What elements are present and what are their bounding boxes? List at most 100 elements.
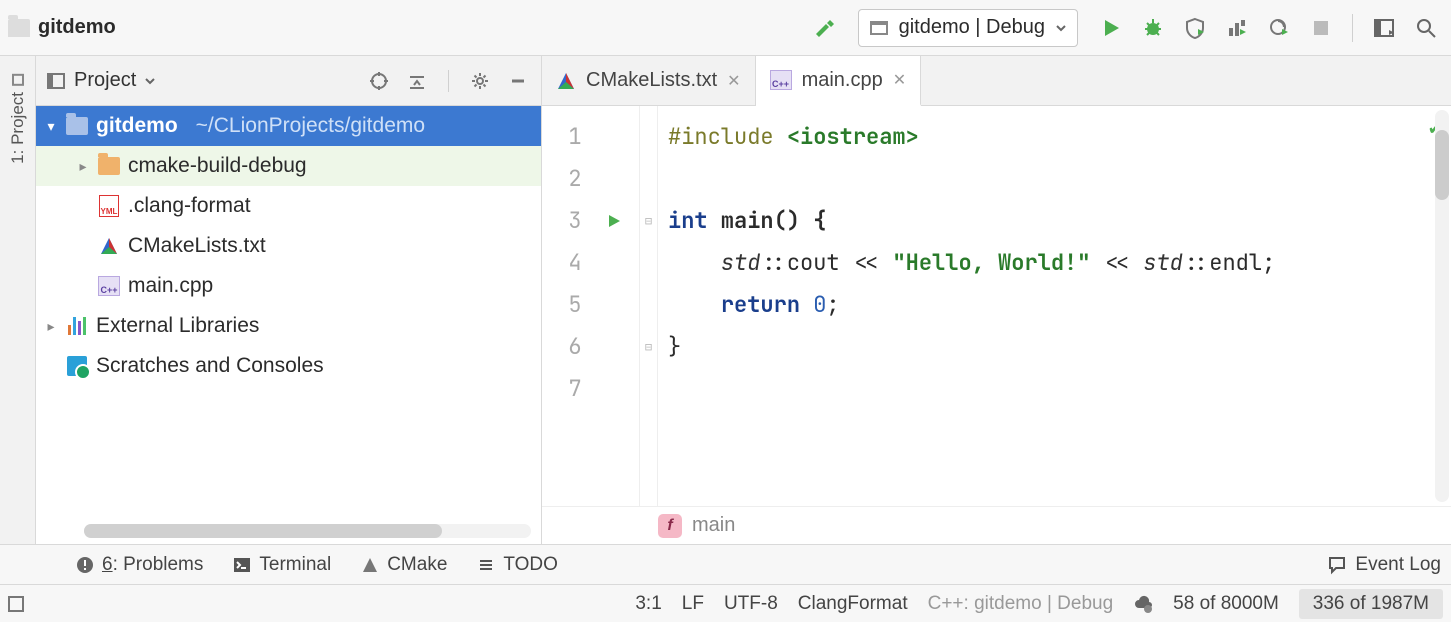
todo-label: TODO: [503, 554, 558, 576]
project-tab-label: 1: Project: [8, 92, 28, 164]
project-panel: Project ▾: [36, 56, 542, 544]
file-encoding[interactable]: UTF-8: [724, 593, 778, 615]
shield-play-icon: [1184, 17, 1206, 39]
collapse-all-button[interactable]: [404, 68, 430, 94]
run-configuration-select[interactable]: gitdemo | Debug: [858, 9, 1078, 47]
chevron-down-icon[interactable]: ▾: [44, 118, 58, 135]
window-toggle-icon[interactable]: [8, 596, 24, 612]
chevron-right-icon[interactable]: ▸: [44, 318, 58, 335]
code-token: std: [721, 248, 761, 277]
project-tool-tab[interactable]: 1: Project: [6, 66, 30, 172]
play-icon: [606, 213, 622, 229]
tree-item-clang-format[interactable]: YML .clang-format: [36, 186, 541, 226]
code-editor[interactable]: 1 2 3 4 5 6 7 ⊟ ⊟: [542, 106, 1451, 506]
speech-bubble-icon: [1327, 555, 1347, 575]
caret-position[interactable]: 3:1: [635, 593, 661, 615]
cmake-icon: [361, 556, 379, 574]
tree-item-label: External Libraries: [96, 314, 259, 338]
run-line-marker[interactable]: [590, 200, 639, 242]
code-token: main() {: [708, 206, 827, 235]
code-token: ::cout <<: [760, 248, 892, 277]
horizontal-scrollbar[interactable]: [84, 524, 531, 538]
list-icon: [477, 556, 495, 574]
layout-icon: [1373, 17, 1395, 39]
cmake-file-icon: [98, 236, 120, 256]
eventlog-label: Event Log: [1355, 554, 1441, 576]
stop-button[interactable]: [1304, 11, 1338, 45]
code-area[interactable]: #include <iostream> int main() { std::co…: [658, 106, 1451, 506]
target-icon: [369, 71, 389, 91]
fold-start-icon[interactable]: ⊟: [640, 200, 657, 242]
separator: [448, 70, 449, 92]
breadcrumb-name: main: [692, 514, 735, 537]
select-opened-file-button[interactable]: [366, 68, 392, 94]
minimize-icon: [509, 72, 527, 90]
coverage-button[interactable]: [1178, 11, 1212, 45]
code-token: [668, 248, 721, 277]
tool-window-bar: 6: Problems Terminal CMake TODO Event Lo…: [0, 544, 1451, 584]
debug-button[interactable]: [1136, 11, 1170, 45]
search-everywhere-button[interactable]: [1409, 11, 1443, 45]
tree-item-scratches[interactable]: Scratches and Consoles: [36, 346, 541, 386]
close-tab-button[interactable]: ✕: [893, 70, 906, 90]
tab-cmakelists[interactable]: CMakeLists.txt ✕: [542, 56, 756, 105]
project-tree[interactable]: ▾ gitdemo ~/CLionProjects/gitdemo ▸ cmak…: [36, 106, 541, 544]
libraries-icon: [68, 317, 86, 335]
collapse-icon: [407, 71, 427, 91]
code-token: ::endl;: [1183, 248, 1275, 277]
run-button[interactable]: [1094, 11, 1128, 45]
line-number: 1: [542, 116, 590, 158]
hammer-icon: [813, 16, 837, 40]
line-separator[interactable]: LF: [682, 593, 704, 615]
memory-play-icon: [1268, 17, 1290, 39]
left-tool-stripe: 1: Project: [0, 56, 36, 544]
navigation-bar: gitdemo gitdemo | Debug: [0, 0, 1451, 56]
code-token: [800, 290, 813, 319]
tree-item-main-cpp[interactable]: C++ main.cpp: [36, 266, 541, 306]
heap-size[interactable]: 58 of 8000M: [1173, 593, 1279, 615]
terminal-toolwin-tab[interactable]: Terminal: [233, 554, 331, 576]
chevron-down-icon[interactable]: [144, 75, 156, 87]
code-token: std: [1143, 248, 1183, 277]
vertical-scrollbar[interactable]: [1435, 110, 1449, 502]
code-style[interactable]: ClangFormat: [798, 593, 908, 615]
close-tab-button[interactable]: ✕: [727, 71, 740, 91]
panel-settings-button[interactable]: [467, 68, 493, 94]
tree-item-label: cmake-build-debug: [128, 154, 307, 178]
tree-item-cmake-build[interactable]: ▸ cmake-build-debug: [36, 146, 541, 186]
terminal-label: Terminal: [259, 554, 331, 576]
project-view-icon: [46, 71, 66, 91]
problems-toolwin-tab[interactable]: 6: Problems: [76, 554, 203, 576]
context-info[interactable]: C++: gitdemo | Debug: [928, 593, 1114, 615]
scrollbar-thumb[interactable]: [84, 524, 442, 538]
memory-indicator[interactable]: 336 of 1987M: [1299, 589, 1443, 619]
breadcrumb[interactable]: gitdemo: [8, 16, 116, 39]
cmake-file-icon: [556, 71, 576, 91]
valgrind-button[interactable]: [1262, 11, 1296, 45]
build-button[interactable]: [808, 11, 842, 45]
tree-root-path: ~/CLionProjects/gitdemo: [196, 114, 425, 138]
scrollbar-thumb[interactable]: [1435, 130, 1449, 200]
editor-tabs: CMakeLists.txt ✕ C++ main.cpp ✕: [542, 56, 1451, 106]
terminal-icon: [233, 556, 251, 574]
layout-settings-button[interactable]: [1367, 11, 1401, 45]
chevron-right-icon[interactable]: ▸: [76, 158, 90, 175]
tree-root-item[interactable]: ▾ gitdemo ~/CLionProjects/gitdemo: [36, 106, 541, 146]
hide-panel-button[interactable]: [505, 68, 531, 94]
panel-title: Project: [74, 69, 136, 92]
tree-item-ext-libs[interactable]: ▸ External Libraries: [36, 306, 541, 346]
chevron-down-icon: [1055, 22, 1067, 34]
todo-toolwin-tab[interactable]: TODO: [477, 554, 558, 576]
inspections-widget[interactable]: [1133, 594, 1153, 614]
gutter-markers: [590, 106, 639, 506]
project-tab-icon: [12, 74, 24, 86]
fold-end-icon[interactable]: ⊟: [640, 326, 657, 368]
event-log-toolwin-tab[interactable]: Event Log: [1327, 554, 1441, 576]
tab-main-cpp[interactable]: C++ main.cpp ✕: [756, 56, 922, 106]
tree-item-cmakelists[interactable]: CMakeLists.txt: [36, 226, 541, 266]
profile-button[interactable]: [1220, 11, 1254, 45]
application-icon: [869, 18, 889, 38]
editor-breadcrumb[interactable]: f main: [542, 506, 1451, 544]
cmake-toolwin-tab[interactable]: CMake: [361, 554, 447, 576]
excluded-folder-icon: [98, 157, 120, 175]
